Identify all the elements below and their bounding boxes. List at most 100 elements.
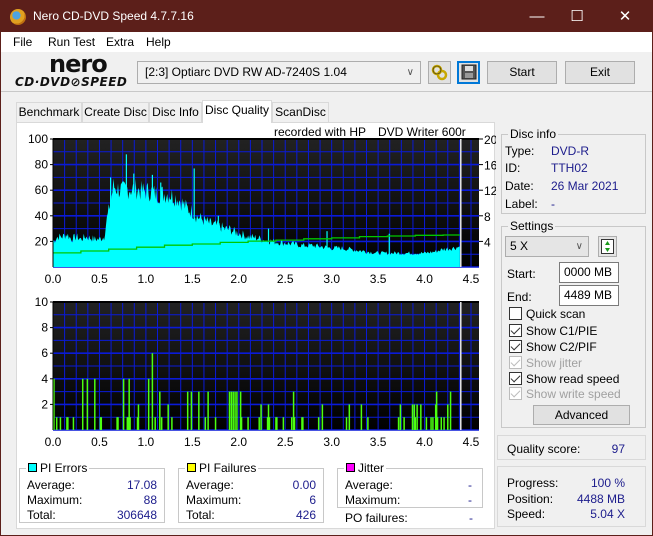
disc-date-value: 26 Mar 2021: [551, 179, 619, 193]
start-button[interactable]: Start: [487, 61, 557, 84]
quality-score-box: Quality score: 97: [497, 435, 646, 460]
y2-tick-label: 8: [484, 210, 491, 224]
tab-scandisc[interactable]: ScanDisc: [272, 102, 329, 122]
show-write-speed-label: Show write speed: [526, 387, 621, 401]
disc-label-label: Label:: [505, 197, 538, 211]
menu-run-test[interactable]: Run Test: [48, 35, 95, 49]
x-tick-label: 3.5: [370, 435, 387, 449]
pi-failures-total-value: 426: [295, 508, 316, 522]
pi-errors-average-value: 17.08: [126, 478, 157, 492]
exit-button[interactable]: Exit: [565, 61, 635, 84]
settings-group: Settings 5 X ∨ Start: 0000 MB End: 4489 …: [501, 219, 646, 428]
y-tick-label: 4: [41, 372, 48, 386]
end-field[interactable]: 4489 MB: [559, 285, 619, 306]
save-button[interactable]: [457, 61, 480, 84]
jitter-maximum-value: -: [468, 493, 472, 507]
jitter-title-text: Jitter: [358, 461, 385, 475]
quality-score-label: Quality score:: [507, 442, 581, 456]
eject-swap-button[interactable]: [428, 61, 451, 84]
logo-nero-text: nero: [49, 50, 108, 78]
advanced-button[interactable]: Advanced: [533, 405, 630, 425]
x-tick-label: 1.0: [138, 272, 155, 286]
speed-label: Speed:: [507, 507, 546, 521]
pi-failures-maximum-label: Maximum:: [186, 493, 242, 507]
speed-select[interactable]: 5 X ∨: [505, 236, 589, 257]
chevron-down-icon: ∨: [575, 241, 583, 252]
x-tick-label: 4.5: [463, 435, 480, 449]
progress-value: 100 %: [590, 476, 625, 490]
pi-failures-average-value: 0.00: [292, 478, 316, 492]
quality-score-value: 97: [611, 442, 625, 456]
menu-extra[interactable]: Extra: [106, 35, 134, 49]
x-tick-label: 0.5: [91, 272, 108, 286]
title-bar: Nero CD-DVD Speed 4.7.7.16 — ☐ ✕: [1, 1, 652, 32]
jitter-average-label: Average:: [345, 478, 393, 492]
y-tick-label: 100: [28, 132, 48, 146]
y-tick-label: 10: [35, 295, 49, 309]
show-read-speed-label: Show read speed: [526, 372, 620, 386]
speed-select-value: 5 X: [510, 239, 529, 253]
x-tick-label: 0.5: [91, 435, 108, 449]
x-tick-label: 3.0: [323, 272, 340, 286]
x-tick-label: 3.0: [323, 435, 340, 449]
position-value: 4488 MB: [576, 492, 625, 506]
pi-errors-group: PI Errors Average: 17.08 Maximum: 88 Tot…: [19, 461, 165, 523]
show-c1-checkbox[interactable]: Show C1/PIE: [509, 324, 597, 338]
x-tick-label: 3.5: [370, 272, 387, 286]
tab-disc-info[interactable]: Disc Info: [149, 102, 202, 122]
close-button[interactable]: ✕: [602, 1, 648, 32]
disc-info-title: Disc info: [508, 127, 559, 141]
y-tick-label: 60: [35, 183, 49, 197]
checkbox-box: [509, 356, 522, 369]
pi-failures-group: PI Failures Average: 0.00 Maximum: 6 Tot…: [178, 461, 324, 523]
refresh-speed-button[interactable]: [598, 236, 617, 257]
menu-file[interactable]: File: [13, 35, 32, 49]
y-tick-label: 80: [35, 158, 49, 172]
show-write-speed-checkbox[interactable]: Show write speed: [509, 387, 621, 401]
y2-tick-label: 16: [484, 159, 496, 173]
x-tick-label: 2.0: [230, 272, 247, 286]
jitter-group-title: Jitter: [344, 461, 387, 475]
start-field[interactable]: 0000 MB: [559, 262, 619, 283]
drive-select-value: [2:3] Optiarc DVD RW AD-7240S 1.04: [145, 65, 347, 79]
pi-failures-group-title: PI Failures: [185, 461, 259, 475]
pi-failures-color-swatch: [187, 463, 196, 472]
checkbox-box: [509, 372, 522, 385]
quick-scan-label: Quick scan: [526, 307, 586, 321]
tab-benchmark[interactable]: Benchmark: [16, 102, 82, 122]
show-read-speed-checkbox[interactable]: Show read speed: [509, 372, 619, 386]
pi-failures-maximum-value: 6: [309, 493, 316, 507]
show-jitter-checkbox[interactable]: Show jitter: [509, 356, 582, 370]
window-title: Nero CD-DVD Speed 4.7.7.16: [33, 9, 194, 23]
menu-help[interactable]: Help: [146, 35, 171, 49]
x-tick-label: 4.0: [416, 272, 433, 286]
disc-type-label: Type:: [505, 144, 535, 158]
y-tick-label: 8: [41, 321, 48, 335]
quick-scan-checkbox[interactable]: Quick scan: [509, 307, 585, 321]
checkbox-box: [509, 340, 522, 353]
speed-value: 5.04 X: [590, 507, 625, 521]
pi-failures-title-text: PI Failures: [199, 461, 257, 475]
app-icon: [10, 9, 26, 25]
drive-select[interactable]: [2:3] Optiarc DVD RW AD-7240S 1.04 ∨: [137, 61, 421, 84]
tab-disc-quality[interactable]: Disc Quality: [202, 100, 272, 123]
maximize-button[interactable]: ☐: [554, 1, 600, 32]
show-c2-checkbox[interactable]: Show C2/PIF: [509, 340, 597, 354]
x-tick-label: 1.5: [184, 435, 201, 449]
x-tick-label: 1.5: [184, 272, 201, 286]
pi-errors-maximum-value: 88: [143, 493, 157, 507]
pi-errors-total-label: Total:: [27, 508, 56, 522]
progress-label: Progress:: [507, 476, 559, 490]
pi-failures-chart: 2 4 6 8 10 0.0 0.5 1.0 1.5 2.0 2.5 3.0 3.5 4.0 4.5: [35, 295, 480, 449]
end-label: End:: [507, 290, 532, 304]
disc-info-group: Disc info Type: DVD-R ID: TTH02 Date: 26…: [501, 127, 646, 214]
chevron-down-icon: ∨: [406, 67, 414, 78]
jitter-color-swatch: [346, 463, 355, 472]
toolbar: nero CD·DVD⊘SPEED [2:3] Optiarc DVD RW A…: [1, 50, 652, 92]
pi-errors-color-swatch: [28, 463, 37, 472]
y-tick-label: 20: [35, 234, 49, 248]
disc-date-label: Date:: [505, 179, 534, 193]
pi-failures-average-label: Average:: [186, 478, 234, 492]
tab-create-disc[interactable]: Create Disc: [82, 102, 149, 122]
refresh-icon: [601, 239, 614, 254]
